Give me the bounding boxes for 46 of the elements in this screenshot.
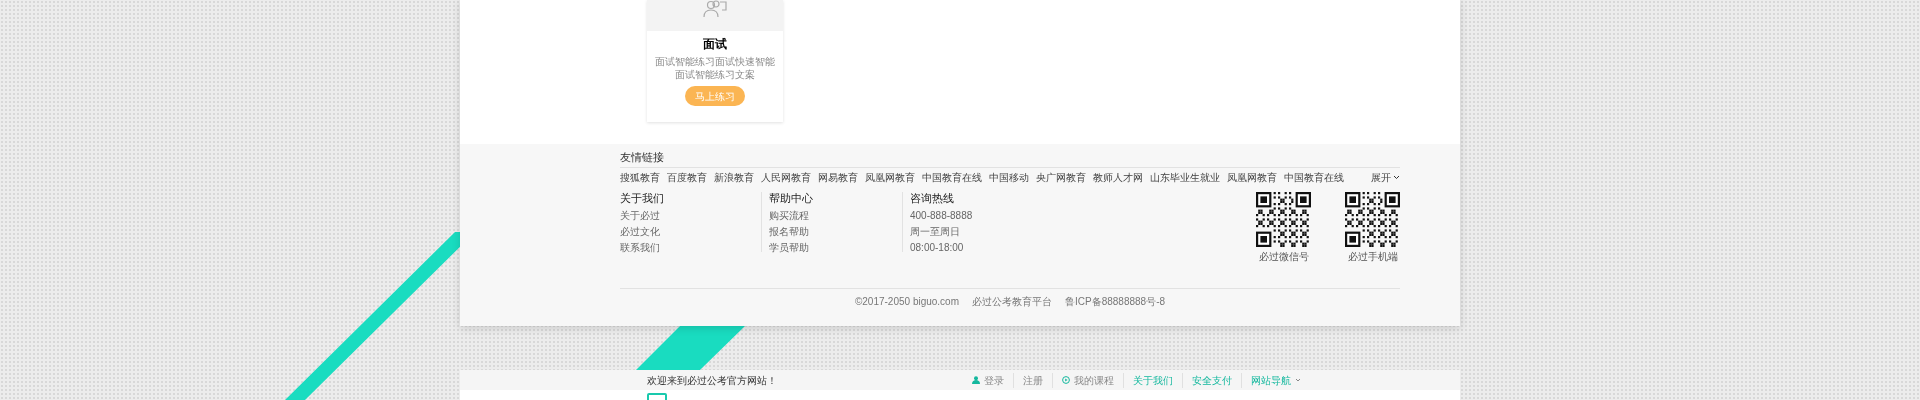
card-title: 面试 — [703, 37, 727, 51]
welcome-text: 欢迎来到必过公考官方网站！ — [647, 373, 777, 388]
qr-code — [1345, 192, 1400, 247]
friend-link[interactable]: 凤凰网教育 — [1227, 169, 1277, 185]
copyright-text: 必过公考教育平台 — [972, 295, 1052, 309]
logo-icon — [647, 393, 667, 400]
footer-link[interactable]: 必过文化 — [620, 226, 761, 238]
friend-link[interactable]: 中国教育在线 — [1284, 169, 1344, 185]
copyright-text: ©2017-2050 biguo.com — [854, 295, 959, 309]
card-description: 面试智能练习面试快速智能面试智能练习文案 — [654, 55, 776, 81]
friend-link[interactable]: 新浪教育 — [714, 169, 754, 185]
footer-link[interactable]: 学员帮助 — [769, 242, 902, 254]
friend-link[interactable]: 山东毕业生就业 — [1150, 169, 1220, 185]
friend-link[interactable]: 中国教育在线 — [922, 169, 982, 185]
chevron-down-icon — [1295, 378, 1301, 382]
friend-link[interactable]: 百度教育 — [667, 169, 707, 185]
user-icon — [972, 376, 980, 384]
top-bar-link[interactable]: 登录 — [963, 372, 1013, 388]
qr-code — [1256, 192, 1311, 247]
top-bar-link[interactable]: 我的课程 — [1052, 372, 1123, 388]
friend-link[interactable]: 教师人才网 — [1093, 169, 1143, 185]
play-icon — [1062, 376, 1070, 384]
friend-link[interactable]: 网易教育 — [818, 169, 858, 185]
friend-link[interactable]: 央广网教育 — [1036, 169, 1086, 185]
friend-link[interactable]: 人民网教育 — [761, 169, 811, 185]
column-title: 帮助中心 — [769, 192, 814, 205]
section-title: 友情链接 — [620, 149, 664, 165]
friend-link[interactable]: 凤凰网教育 — [865, 169, 915, 185]
qr-caption: 必过微信号 — [1258, 251, 1309, 263]
footer-link[interactable]: 08:00-18:00 — [910, 242, 1043, 254]
chevron-down-icon — [1393, 174, 1400, 180]
footer-link[interactable]: 关于必过 — [620, 210, 761, 222]
column-title: 关于我们 — [620, 192, 665, 205]
qr-caption: 必过手机端 — [1347, 251, 1398, 263]
expand-link[interactable]: 展开 — [1371, 169, 1400, 185]
column-title: 咨询热线 — [910, 192, 955, 205]
footer-link[interactable]: 报名帮助 — [769, 226, 902, 238]
footer-link[interactable]: 400-888-8888 — [910, 210, 1043, 222]
top-bar-link[interactable]: 注册 — [1013, 372, 1052, 388]
friend-link[interactable]: 搜狐教育 — [620, 169, 660, 185]
footer-link[interactable]: 购买流程 — [769, 210, 902, 222]
footer-link[interactable]: 周一至周日 — [910, 226, 1043, 238]
footer-link[interactable]: 联系我们 — [620, 242, 761, 254]
copyright-text: 鲁ICP备88888888号-8 — [1065, 295, 1166, 309]
friend-link[interactable]: 中国移动 — [989, 169, 1029, 185]
people-icon — [702, 0, 728, 18]
